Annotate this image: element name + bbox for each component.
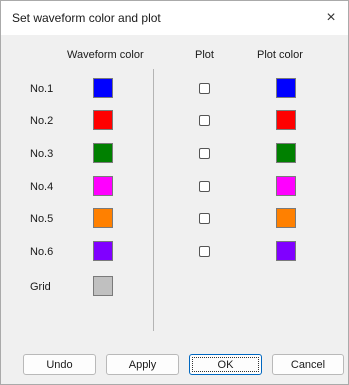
waveform-color-swatch-no2[interactable]	[93, 110, 113, 130]
plot-color-swatch-no3[interactable]	[276, 143, 296, 163]
column-separator	[153, 69, 154, 331]
plot-color-swatch-no6[interactable]	[276, 241, 296, 261]
apply-button[interactable]: Apply	[106, 354, 179, 375]
plot-checkbox-no3[interactable]	[199, 148, 210, 159]
ok-button-label: OK	[217, 358, 234, 371]
row-label-no3: No.3	[30, 148, 54, 160]
plot-color-swatch-no2[interactable]	[276, 110, 296, 130]
title-bar: Set waveform color and plot ×	[1, 1, 348, 35]
plot-checkbox-no4[interactable]	[199, 181, 210, 192]
waveform-color-swatch-no3[interactable]	[93, 143, 113, 163]
plot-color-swatch-no4[interactable]	[276, 176, 296, 196]
waveform-color-swatch-no6[interactable]	[93, 241, 113, 261]
row-label-no6: No.6	[30, 246, 54, 258]
plot-checkbox-no5[interactable]	[199, 213, 210, 224]
waveform-color-swatch-no4[interactable]	[93, 176, 113, 196]
row-label-grid: Grid	[30, 281, 51, 293]
waveform-color-swatch-no5[interactable]	[93, 208, 113, 228]
ok-button[interactable]: OK	[189, 354, 262, 375]
waveform-color-swatch-no1[interactable]	[93, 78, 113, 98]
plot-checkbox-no1[interactable]	[199, 83, 210, 94]
row-label-no1: No.1	[30, 83, 54, 95]
waveform-color-header: Waveform color	[67, 49, 144, 61]
dialog-title: Set waveform color and plot	[12, 11, 161, 25]
cancel-button[interactable]: Cancel	[272, 354, 344, 375]
plot-checkbox-no2[interactable]	[199, 115, 210, 126]
waveform-color-dialog: Set waveform color and plot × Waveform c…	[0, 0, 349, 385]
row-label-no2: No.2	[30, 115, 54, 127]
plot-color-swatch-no5[interactable]	[276, 208, 296, 228]
close-icon[interactable]: ×	[314, 1, 348, 35]
plot-color-swatch-no1[interactable]	[276, 78, 296, 98]
grid-color-swatch[interactable]	[93, 276, 113, 296]
plot-color-header: Plot color	[257, 49, 303, 61]
plot-checkbox-no6[interactable]	[199, 246, 210, 257]
row-label-no4: No.4	[30, 181, 54, 193]
undo-button[interactable]: Undo	[23, 354, 96, 375]
row-label-no5: No.5	[30, 213, 54, 225]
plot-header: Plot	[195, 49, 214, 61]
